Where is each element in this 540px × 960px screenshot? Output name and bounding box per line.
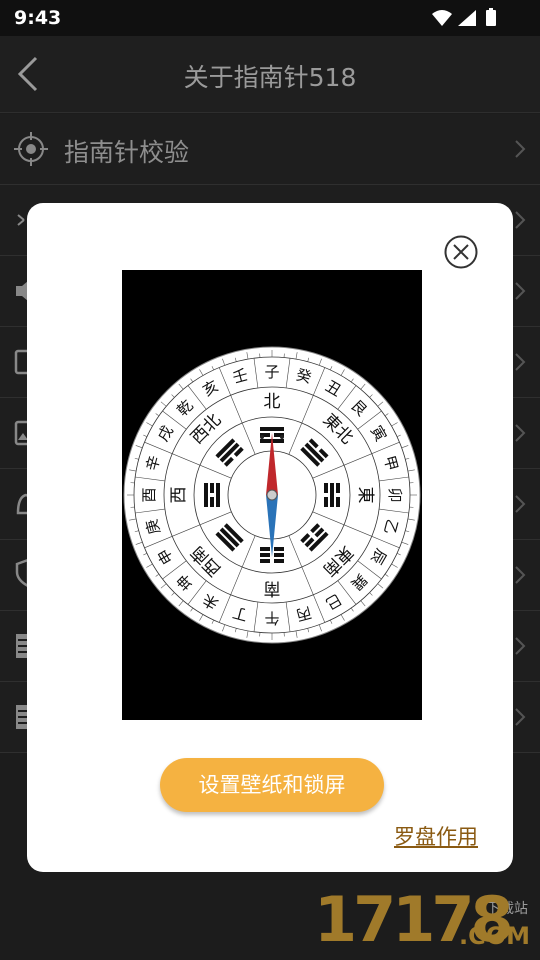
- compass-inner-label: 西: [169, 487, 189, 504]
- close-button[interactable]: [444, 235, 478, 269]
- set-wallpaper-button[interactable]: 设置壁纸和锁屏: [160, 758, 384, 812]
- compass-inner-label: 北: [264, 392, 281, 412]
- wallpaper-preview: 子癸丑艮寅甲卯乙辰巽巳丙午丁未坤申庚酉辛戌乾亥壬 北東北東東南南西南西西北: [122, 270, 422, 720]
- compass-outer-label: 子: [264, 363, 279, 381]
- compass-outer-label: 酉: [140, 487, 158, 502]
- compass-inner-label: 南: [264, 578, 281, 598]
- compass-usage-link[interactable]: 罗盘作用: [394, 821, 478, 851]
- compass-outer-label: 卯: [386, 487, 404, 502]
- compass-image: 子癸丑艮寅甲卯乙辰巽巳丙午丁未坤申庚酉辛戌乾亥壬 北東北東東南南西南西西北: [123, 346, 421, 644]
- close-icon: [444, 235, 478, 269]
- wallpaper-dialog: 子癸丑艮寅甲卯乙辰巽巳丙午丁未坤申庚酉辛戌乾亥壬 北東北東東南南西南西西北 设置…: [27, 203, 513, 872]
- compass-outer-label: 午: [264, 609, 279, 627]
- compass-inner-label: 東: [355, 487, 375, 504]
